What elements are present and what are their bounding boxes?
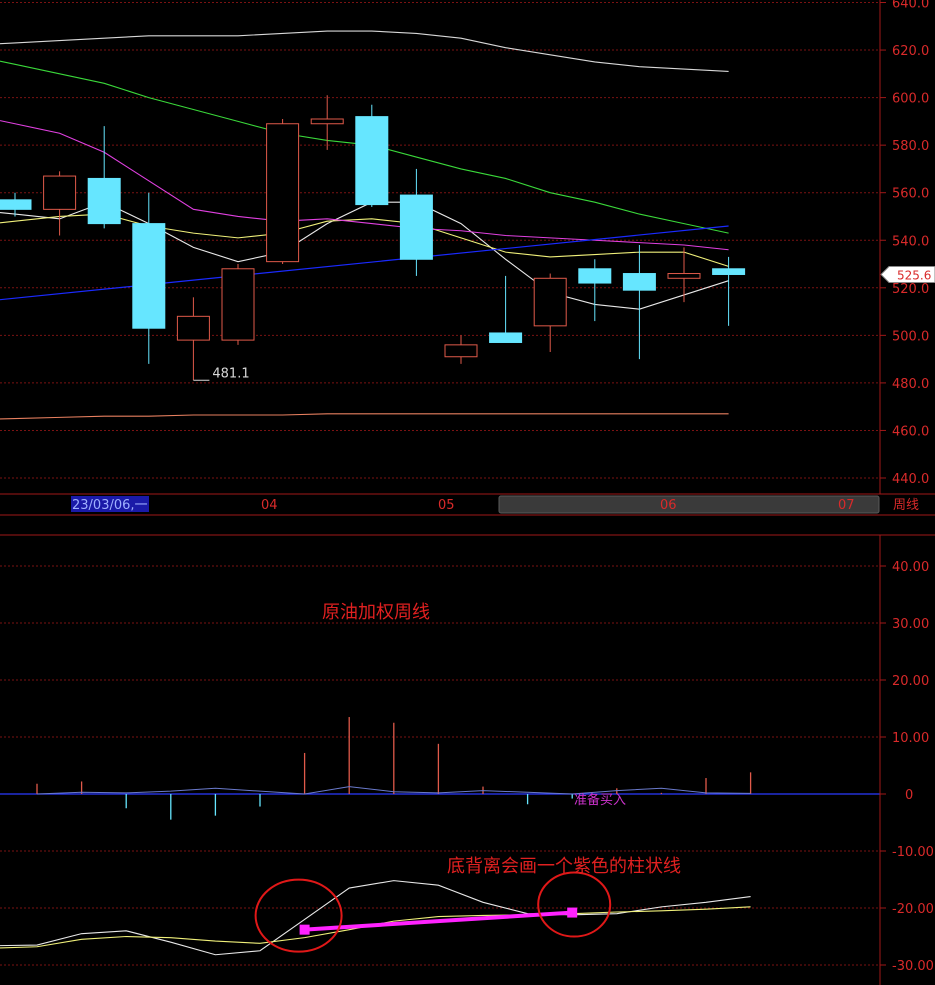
candle-body — [43, 175, 77, 210]
candle-body — [176, 315, 210, 341]
divergence-start-marker — [299, 924, 310, 935]
price-tick-label: 640.0 — [892, 0, 929, 12]
price-panel[interactable]: 640.0 620.0 600.0 580.0 560.0 540.0 520.0 500.0… — [0, 0, 935, 487]
price-tick-label: 520.0 — [892, 282, 929, 297]
fast-line — [0, 880, 751, 956]
price-tick-label: 500.0 — [892, 329, 929, 344]
candle-body — [355, 116, 389, 206]
price-tick-label: 580.0 — [892, 139, 929, 154]
candle-down[interactable] — [712, 256, 746, 326]
candle-up[interactable] — [43, 171, 77, 236]
date-tick-05: 05 — [438, 498, 455, 513]
price-tick-label: 620.0 — [892, 44, 929, 59]
indicator-lines — [0, 880, 751, 956]
indicator-y-axis: 40.00 30.00 20.00 10.00 0 -10.00 -20.00 -30.00 — [880, 560, 934, 974]
candle-up[interactable] — [444, 335, 478, 364]
candle-body — [310, 118, 344, 125]
candle-down[interactable] — [578, 259, 612, 322]
indicator-gridlines — [0, 565, 880, 966]
candle-body — [221, 268, 255, 341]
indicator-tick-label: 20.00 — [892, 674, 929, 689]
price-y-axis: 640.0 620.0 600.0 580.0 560.0 540.0 520.0 500.0… — [880, 0, 929, 487]
price-tick-label: 460.0 — [892, 424, 929, 439]
candle-body — [578, 268, 612, 284]
indicator-tick-label: -10.00 — [892, 845, 934, 860]
moving-average-orange — [0, 413, 729, 420]
indicator-panel[interactable]: 40.0030.0020.0010.000-10.00-20.00-30.00 … — [0, 560, 934, 974]
indicator-histogram — [36, 717, 752, 820]
candle-down[interactable] — [355, 104, 389, 207]
price-tick-label: 440.0 — [892, 472, 929, 487]
moving-average-lines — [0, 30, 729, 420]
buy-signal-label: 准备买入 — [574, 792, 626, 808]
candle-up[interactable] — [176, 297, 210, 381]
candle-body — [712, 268, 746, 275]
candle-body — [533, 277, 567, 327]
candlesticks[interactable] — [0, 95, 746, 381]
selected-date-label[interactable]: 23/03/06,一 — [72, 498, 148, 513]
low-marker-label: 481.1 — [212, 366, 249, 381]
date-tick-06: 06 — [660, 498, 677, 513]
candle-up[interactable] — [221, 264, 255, 345]
candle-down[interactable] — [622, 245, 656, 360]
trendline-segment — [0, 225, 729, 301]
divergence-circle-start — [254, 878, 343, 953]
price-tick-label: 480.0 — [892, 377, 929, 392]
indicator-tick-label: 10.00 — [892, 731, 929, 746]
indicator-tick-label: -30.00 — [892, 959, 934, 974]
divergence-note: 底背离会画一个紫色的柱状线 — [447, 856, 681, 877]
candle-down[interactable] — [87, 126, 121, 229]
weekly-chart-canvas[interactable]: 640.0 620.0 600.0 580.0 560.0 540.0 520.0 500.0… — [0, 0, 935, 985]
candle-up[interactable] — [266, 118, 300, 265]
divergence-circle-end — [537, 871, 612, 938]
candle-up[interactable] — [533, 273, 567, 352]
last-price-label: 525.6 — [897, 268, 931, 282]
indicator-tick-label: 0 — [905, 788, 913, 803]
candle-down[interactable] — [399, 168, 433, 276]
date-scrollbar-thumb[interactable] — [498, 495, 880, 514]
indicator-tick-label: 40.00 — [892, 560, 929, 575]
candle-body — [132, 223, 166, 329]
date-axis-bar[interactable]: 23/03/06,一 04 05 06 07 周线 — [0, 493, 935, 516]
date-tick-04: 04 — [261, 498, 278, 513]
candle-down[interactable] — [489, 275, 523, 343]
candle-body — [0, 199, 32, 210]
chart-title-note: 原油加权周线 — [322, 602, 430, 623]
moving-average-gray — [0, 30, 729, 72]
candle-body — [399, 194, 433, 260]
trendline — [0, 225, 729, 301]
price-tick-label: 540.0 — [892, 234, 929, 249]
price-gridlines — [0, 2, 880, 479]
candle-body — [444, 344, 478, 358]
slow-line — [0, 906, 751, 949]
indicator-tick-label: 30.00 — [892, 617, 929, 632]
price-tick-label: 560.0 — [892, 187, 929, 202]
price-tick-label: 600.0 — [892, 92, 929, 107]
candle-body — [266, 123, 300, 263]
candle-body — [87, 177, 121, 225]
period-label[interactable]: 周线 — [893, 498, 919, 513]
candle-body — [489, 332, 523, 343]
divergence-end-marker — [567, 907, 578, 918]
candle-body — [667, 273, 701, 279]
date-tick-07: 07 — [838, 498, 855, 513]
divergence-segment — [304, 910, 573, 932]
candle-body — [622, 273, 656, 291]
indicator-tick-label: -20.00 — [892, 902, 934, 917]
